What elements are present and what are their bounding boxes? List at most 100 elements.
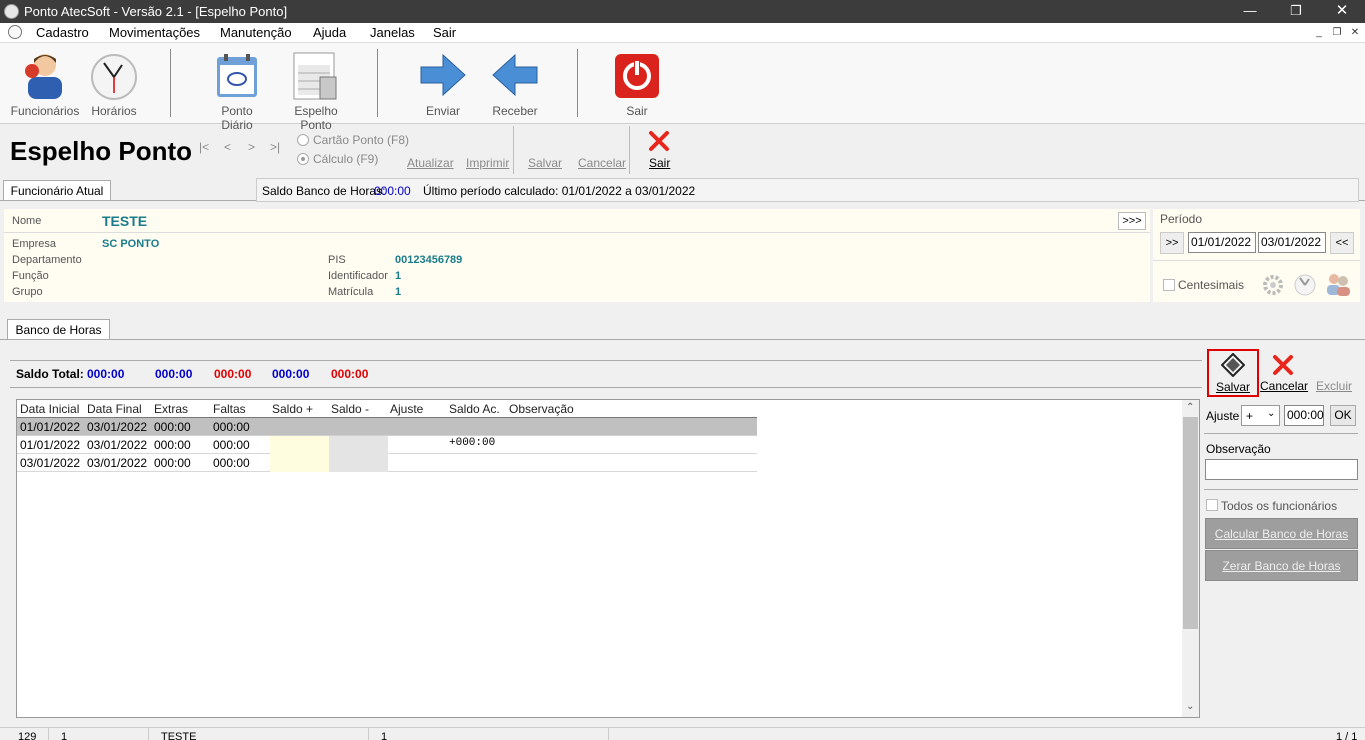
col-observacao[interactable]: Observação: [509, 402, 574, 416]
ajuste-value-input[interactable]: 000:00: [1284, 405, 1324, 426]
ajuste-ok-button[interactable]: OK: [1330, 405, 1356, 426]
tab-funcionario-atual[interactable]: Funcionário Atual: [3, 180, 111, 201]
calcular-banco-button[interactable]: Calcular Banco de Horas: [1205, 518, 1358, 549]
nav-last-icon[interactable]: >|: [270, 140, 280, 154]
cell-data-final: 03/01/2022: [87, 456, 148, 470]
window-title: Ponto AtecSoft - Versão 2.1 - [Espelho P…: [24, 4, 288, 19]
menu-cadastro[interactable]: Cadastro: [36, 25, 89, 40]
nav-first-icon[interactable]: |<: [199, 140, 209, 154]
menu-janelas[interactable]: Janelas: [370, 25, 415, 40]
imprimir-button[interactable]: Imprimir: [466, 156, 509, 170]
saldo-total-faltas: 000:00: [214, 367, 252, 381]
cell-saldo-negativo[interactable]: [329, 454, 388, 472]
form-sair-button[interactable]: Sair: [646, 128, 672, 174]
expand-button[interactable]: >>>: [1118, 212, 1146, 230]
horarios-button[interactable]: Horários: [84, 43, 144, 124]
app-clock-icon: [4, 4, 19, 19]
receber-button[interactable]: Receber: [484, 43, 546, 124]
restore-button[interactable]: ❐: [1273, 0, 1319, 23]
periodo-next-button[interactable]: <<: [1330, 232, 1354, 254]
identificador-value: 1: [395, 270, 402, 282]
banco-grid[interactable]: Data Inicial Data Final Extras Faltas Sa…: [16, 399, 1200, 718]
mdi-clock-icon: [8, 25, 22, 39]
centesimais-checkbox[interactable]: [1163, 279, 1175, 291]
scroll-thumb[interactable]: [1183, 417, 1198, 629]
observacao-label: Observação: [1206, 442, 1271, 456]
empresa-label: Empresa: [12, 238, 57, 250]
cell-saldo-ac: +000:00: [449, 437, 496, 449]
espelho-ponto-label: Espelho Ponto: [294, 104, 338, 132]
cell-saldo-negativo[interactable]: [329, 436, 388, 454]
col-saldo-positivo[interactable]: Saldo +: [272, 402, 313, 416]
atualizar-button[interactable]: Atualizar: [407, 156, 454, 170]
observacao-input[interactable]: [1205, 459, 1358, 480]
periodo-start-input[interactable]: 01/01/2022: [1188, 232, 1256, 253]
todos-funcionarios-checkbox[interactable]: [1206, 499, 1218, 511]
close-button[interactable]: ✕: [1319, 0, 1365, 23]
scroll-up-icon[interactable]: ⌃: [1186, 402, 1194, 413]
cell-extras: 000:00: [154, 420, 191, 434]
periodo-end-input[interactable]: 03/01/2022: [1258, 232, 1326, 253]
col-extras[interactable]: Extras: [154, 402, 188, 416]
col-data-inicial[interactable]: Data Inicial: [20, 402, 79, 416]
nav-prev-icon[interactable]: <: [224, 140, 231, 154]
cancelar-button[interactable]: Cancelar: [1260, 351, 1308, 395]
col-saldo-negativo[interactable]: Saldo -: [331, 402, 369, 416]
periodo-prev-button[interactable]: >>: [1160, 232, 1184, 254]
nav-next-icon[interactable]: >: [248, 140, 255, 154]
ajuste-sign-select[interactable]: + ⌄: [1241, 405, 1280, 426]
minimize-button[interactable]: —: [1227, 0, 1273, 23]
mdi-close-icon[interactable]: ✕: [1348, 26, 1362, 40]
excluir-button[interactable]: Excluir: [1316, 379, 1352, 393]
identificador-label: Identificador: [328, 270, 388, 282]
zerar-banco-button[interactable]: Zerar Banco de Horas: [1205, 550, 1358, 581]
employee-panel: Nome TESTE >>> Empresa SC PONTO Departam…: [4, 209, 1150, 302]
close-x-icon: [649, 131, 669, 151]
cell-saldo-positivo[interactable]: [270, 436, 329, 454]
funcionarios-button[interactable]: Funcionários: [10, 43, 80, 124]
cell-data-inicial: 01/01/2022: [20, 438, 81, 452]
menu-manutencao[interactable]: Manutenção: [220, 25, 292, 40]
mdi-restore-icon[interactable]: ❐: [1330, 26, 1344, 40]
radio-cartao-ponto[interactable]: [297, 134, 309, 146]
radio-dot: [301, 157, 305, 161]
col-saldo-ac[interactable]: Saldo Ac.: [449, 402, 500, 416]
users-icon[interactable]: [1325, 271, 1351, 297]
menu-movimentacoes[interactable]: Movimentações: [109, 25, 200, 40]
sair-toolbar-button[interactable]: Sair: [608, 43, 666, 124]
app-window: Ponto AtecSoft - Versão 2.1 - [Espelho P…: [0, 0, 1365, 740]
table-row[interactable]: 01/01/2022 03/01/2022 000:00 000:00: [17, 418, 757, 436]
saldo-total-positivo: 000:00: [155, 367, 193, 381]
form-sair-label: Sair: [649, 156, 671, 170]
col-faltas[interactable]: Faltas: [213, 402, 246, 416]
periodo-panel: Período >> 01/01/2022 03/01/2022 << Cent…: [1153, 209, 1360, 302]
enviar-button[interactable]: Enviar: [412, 43, 474, 124]
periodo-label: Período: [1160, 212, 1203, 226]
vertical-scrollbar[interactable]: ⌃ ⌄: [1182, 400, 1199, 717]
nome-value: TESTE: [102, 213, 148, 229]
form-salvar-button[interactable]: Salvar: [528, 156, 562, 170]
espelho-ponto-button[interactable]: Espelho Ponto: [278, 43, 354, 132]
radio-calculo[interactable]: [297, 153, 309, 165]
saldo-total-ajuste: 000:00: [272, 367, 310, 381]
cell-saldo-positivo[interactable]: [270, 454, 329, 472]
form-cancelar-button[interactable]: Cancelar: [578, 156, 626, 170]
power-icon: [615, 54, 659, 98]
small-clock-icon[interactable]: [1293, 273, 1317, 297]
tab-banco-de-horas[interactable]: Banco de Horas: [7, 319, 110, 340]
close-x-icon: [1273, 355, 1293, 375]
table-row[interactable]: 01/01/2022 03/01/2022 000:00 000:00 +000…: [17, 436, 757, 454]
mdi-minimize-icon[interactable]: _: [1312, 26, 1326, 40]
table-row[interactable]: 03/01/2022 03/01/2022 000:00 000:00: [17, 454, 757, 472]
col-ajuste[interactable]: Ajuste: [390, 402, 423, 416]
ultimo-periodo-text: Último período calculado: 01/01/2022 a 0…: [423, 184, 696, 198]
horarios-clock-icon: [91, 54, 137, 100]
scroll-down-icon[interactable]: ⌄: [1186, 701, 1194, 712]
gear-icon[interactable]: [1261, 273, 1285, 297]
ponto-diario-button[interactable]: Ponto Diário: [204, 43, 270, 132]
salvar-button[interactable]: Salvar: [1207, 349, 1259, 397]
menu-ajuda[interactable]: Ajuda: [313, 25, 346, 40]
matricula-value: 1: [395, 286, 402, 298]
col-data-final[interactable]: Data Final: [87, 402, 142, 416]
menu-sair[interactable]: Sair: [433, 25, 456, 40]
